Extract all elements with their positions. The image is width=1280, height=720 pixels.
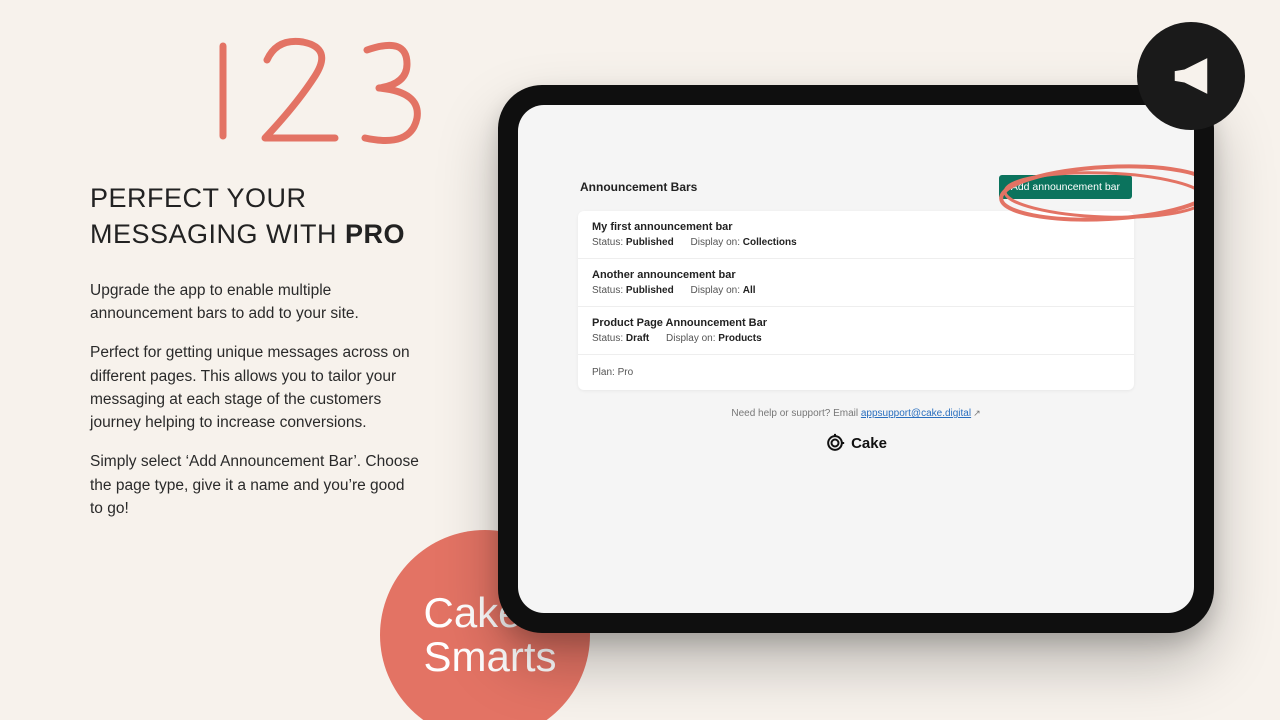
support-email-link[interactable]: appsupport@cake.digital [861,408,971,419]
section-title: Announcement Bars [580,180,697,194]
plan-value: Pro [618,367,634,378]
bar-meta: Status: Published Display on: Collection… [592,237,1120,248]
display-label: Display on: [691,237,740,248]
status-label: Status: [592,285,623,296]
megaphone-icon [1137,22,1245,130]
display-label: Display on: [666,333,715,344]
tablet-mockup: Announcement Bars Add announcement bar M… [498,85,1214,633]
announcement-bars-card: My first announcement bar Status: Publis… [578,211,1134,390]
cake-logo: Cake [578,433,1134,453]
display-value: Collections [743,237,797,248]
paragraph-1: Upgrade the app to enable multiple annou… [90,279,420,326]
add-announcement-bar-button[interactable]: Add announcement bar [999,175,1132,199]
display-value: Products [718,333,761,344]
status-label: Status: [592,333,623,344]
plan-row: Plan: Pro [578,355,1134,390]
badge-line-2: Smarts [423,635,556,679]
status-value: Draft [626,333,649,344]
list-item[interactable]: My first announcement bar Status: Publis… [578,211,1134,259]
paragraph-2: Perfect for getting unique messages acro… [90,341,420,434]
cake-brand-text: Cake [851,435,887,452]
external-link-icon: ↗ [973,408,981,418]
app-screen: Announcement Bars Add announcement bar M… [518,105,1194,613]
display-label: Display on: [691,285,740,296]
bar-name: Another announcement bar [592,269,1120,281]
list-item[interactable]: Another announcement bar Status: Publish… [578,259,1134,307]
status-label: Status: [592,237,623,248]
cake-mark-icon [825,433,845,453]
headline-text: PERFECT YOUR MESSAGING WITH [90,183,345,249]
bar-name: My first announcement bar [592,221,1120,233]
display-value: All [743,285,756,296]
support-prefix: Need help or support? Email [731,408,861,419]
paragraph-3: Simply select ‘Add Announcement Bar’. Ch… [90,450,420,520]
plan-label: Plan: [592,367,615,378]
handwritten-123 [185,18,445,158]
status-value: Published [626,285,674,296]
headline-pro: PRO [345,219,405,249]
bar-name: Product Page Announcement Bar [592,317,1120,329]
headline: PERFECT YOUR MESSAGING WITH PRO [90,180,420,253]
support-line: Need help or support? Email appsupport@c… [578,408,1134,419]
bar-meta: Status: Draft Display on: Products [592,333,1120,344]
bar-meta: Status: Published Display on: All [592,285,1120,296]
list-item[interactable]: Product Page Announcement Bar Status: Dr… [578,307,1134,355]
status-value: Published [626,237,674,248]
